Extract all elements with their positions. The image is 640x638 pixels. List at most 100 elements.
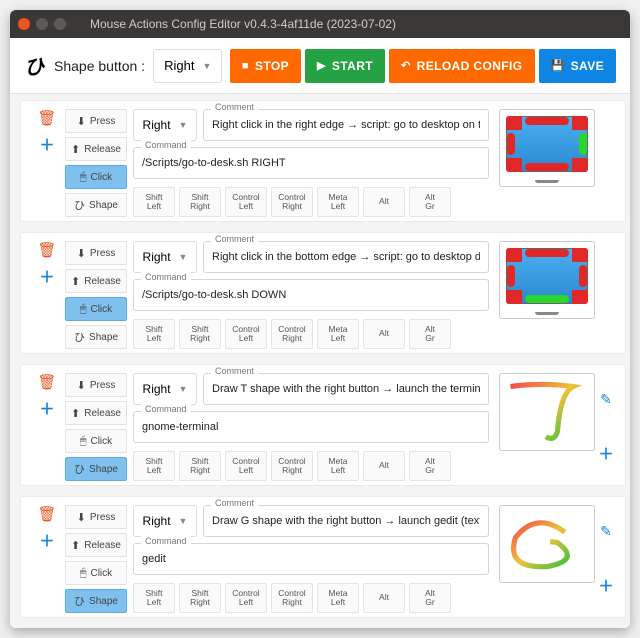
trash-icon[interactable]: 🗑: [38, 241, 56, 259]
modifier-3[interactable]: ControlRight: [271, 583, 313, 613]
modifier-row: ShiftLeftShiftRightControlLeftControlRig…: [133, 451, 489, 481]
chevron-down-icon: ▼: [179, 516, 188, 526]
modifier-1[interactable]: ShiftRight: [179, 583, 221, 613]
type-release-button[interactable]: ⬆ Release: [65, 269, 127, 293]
mouse-icon: 🖱: [80, 171, 87, 184]
type-press-button[interactable]: ⬇ Press: [65, 241, 127, 265]
modifier-3[interactable]: ControlRight: [271, 319, 313, 349]
comment-input[interactable]: [203, 109, 489, 141]
comment-input[interactable]: [203, 373, 489, 405]
modifier-4[interactable]: MetaLeft: [317, 583, 359, 613]
window-min-icon[interactable]: [36, 18, 48, 30]
modifier-1[interactable]: ShiftRight: [179, 187, 221, 217]
modifier-5[interactable]: Alt: [363, 319, 405, 349]
modifier-6[interactable]: AltGr: [409, 319, 451, 349]
mouse-button-select[interactable]: Right ▼: [133, 373, 197, 405]
modifier-5[interactable]: Alt: [363, 187, 405, 217]
modifier-5[interactable]: Alt: [363, 451, 405, 481]
type-click-button[interactable]: 🖱 Click: [65, 297, 127, 321]
command-input[interactable]: [133, 543, 489, 575]
type-column: ⬇ Press ⬆ Release 🖱 Click ひ Shape: [65, 505, 127, 613]
comment-input[interactable]: [203, 505, 489, 537]
modifier-1[interactable]: ShiftRight: [179, 451, 221, 481]
add-icon[interactable]: ＋: [38, 531, 56, 549]
arrow-down-icon: ⬇: [77, 511, 86, 524]
mouse-button-select[interactable]: Right ▼: [133, 109, 197, 141]
modifier-6[interactable]: AltGr: [409, 451, 451, 481]
modifier-3[interactable]: ControlRight: [271, 451, 313, 481]
modifier-0[interactable]: ShiftLeft: [133, 319, 175, 349]
type-shape-button[interactable]: ひ Shape: [65, 589, 127, 613]
type-press-button[interactable]: ⬇ Press: [65, 505, 127, 529]
modifier-6[interactable]: AltGr: [409, 187, 451, 217]
type-press-button[interactable]: ⬇ Press: [65, 373, 127, 397]
trash-icon[interactable]: 🗑: [38, 373, 56, 391]
window-max-icon[interactable]: [54, 18, 66, 30]
modifier-0[interactable]: ShiftLeft: [133, 583, 175, 613]
modifier-2[interactable]: ControlLeft: [225, 187, 267, 217]
rule-card: 🗑 ＋ ⬇ Press ⬆ Release 🖱 Click ひ: [20, 232, 626, 354]
modifier-0[interactable]: ShiftLeft: [133, 451, 175, 481]
monitor-icon: [506, 116, 588, 172]
modifier-2[interactable]: ControlLeft: [225, 319, 267, 349]
chevron-down-icon: ▼: [202, 61, 211, 71]
modifier-4[interactable]: MetaLeft: [317, 451, 359, 481]
mouse-button-select[interactable]: Right ▼: [133, 505, 197, 537]
arrow-down-icon: ⬇: [77, 379, 86, 392]
modifier-4[interactable]: MetaLeft: [317, 187, 359, 217]
type-shape-label: Shape: [89, 200, 118, 211]
mouse-button-select[interactable]: Right ▼: [133, 241, 197, 273]
type-shape-button[interactable]: ひ Shape: [65, 325, 127, 349]
arrow-up-icon: ⬆: [71, 275, 80, 288]
command-input[interactable]: [133, 147, 489, 179]
type-click-button[interactable]: 🖱 Click: [65, 429, 127, 453]
command-input[interactable]: [133, 411, 489, 443]
stop-icon: ■: [242, 60, 249, 72]
type-press-button[interactable]: ⬇ Press: [65, 109, 127, 133]
mouse-icon: 🖱: [80, 567, 87, 580]
modifier-2[interactable]: ControlLeft: [225, 451, 267, 481]
save-button[interactable]: 💾SAVE: [539, 49, 617, 83]
stop-button[interactable]: ■STOP: [230, 49, 301, 83]
command-input[interactable]: [133, 279, 489, 311]
add-icon[interactable]: ＋: [38, 135, 56, 153]
modifier-5[interactable]: Alt: [363, 583, 405, 613]
add-icon[interactable]: ＋: [38, 267, 56, 285]
add-icon[interactable]: ＋: [597, 445, 615, 463]
edit-icon[interactable]: ✎: [600, 391, 612, 408]
rule-fields: Right ▼ Comment Command ShiftLeftShiftRi…: [127, 373, 495, 481]
type-release-button[interactable]: ⬆ Release: [65, 533, 127, 557]
window-close-icon[interactable]: [18, 18, 30, 30]
add-icon[interactable]: ＋: [38, 399, 56, 417]
modifier-6[interactable]: AltGr: [409, 583, 451, 613]
type-shape-label: Shape: [89, 464, 118, 475]
trash-icon[interactable]: 🗑: [38, 109, 56, 127]
mouse-button-value: Right: [143, 118, 171, 132]
rule-left-actions: 🗑 ＋: [29, 241, 65, 349]
shape-button-select[interactable]: Right▼: [153, 49, 222, 83]
type-click-button[interactable]: 🖱 Click: [65, 561, 127, 585]
shape-path-icon: [500, 374, 594, 449]
type-press-label: Press: [90, 512, 116, 523]
modifier-4[interactable]: MetaLeft: [317, 319, 359, 349]
modifier-2[interactable]: ControlLeft: [225, 583, 267, 613]
gesture-icon: ひ: [74, 197, 85, 213]
reload-config-button[interactable]: ↶RELOAD CONFIG: [389, 49, 535, 83]
modifier-1[interactable]: ShiftRight: [179, 319, 221, 349]
type-release-label: Release: [84, 144, 121, 155]
play-icon: ▶: [317, 59, 326, 72]
type-click-button[interactable]: 🖱 Click: [65, 165, 127, 189]
type-release-button[interactable]: ⬆ Release: [65, 401, 127, 425]
start-button[interactable]: ▶START: [305, 49, 385, 83]
modifier-3[interactable]: ControlRight: [271, 187, 313, 217]
type-shape-button[interactable]: ひ Shape: [65, 457, 127, 481]
type-column: ⬇ Press ⬆ Release 🖱 Click ひ Shape: [65, 373, 127, 481]
type-release-button[interactable]: ⬆ Release: [65, 137, 127, 161]
comment-input[interactable]: [203, 241, 489, 273]
rule-card: 🗑 ＋ ⬇ Press ⬆ Release 🖱 Click ひ: [20, 496, 626, 618]
modifier-0[interactable]: ShiftLeft: [133, 187, 175, 217]
trash-icon[interactable]: 🗑: [38, 505, 56, 523]
type-shape-button[interactable]: ひ Shape: [65, 193, 127, 217]
add-icon[interactable]: ＋: [597, 577, 615, 595]
edit-icon[interactable]: ✎: [600, 523, 612, 540]
